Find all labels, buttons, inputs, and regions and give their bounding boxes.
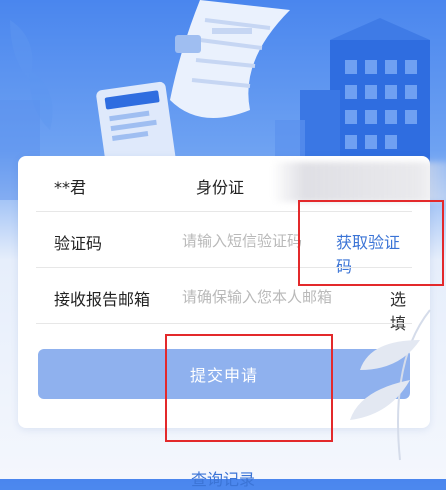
name-value: **君 (54, 178, 87, 197)
query-records-link[interactable]: 查询记录 (0, 466, 446, 490)
code-label: 验证码 (54, 234, 103, 253)
code-input[interactable]: 请输入短信验证码 (182, 230, 316, 251)
highlight-box-submit (165, 334, 333, 442)
email-label: 接收报告邮箱 (54, 290, 151, 309)
highlight-box-get-code (298, 200, 444, 286)
leaf-decoration (350, 309, 431, 461)
id-number-masked (272, 162, 446, 202)
id-type-label: 身份证 (196, 178, 245, 197)
